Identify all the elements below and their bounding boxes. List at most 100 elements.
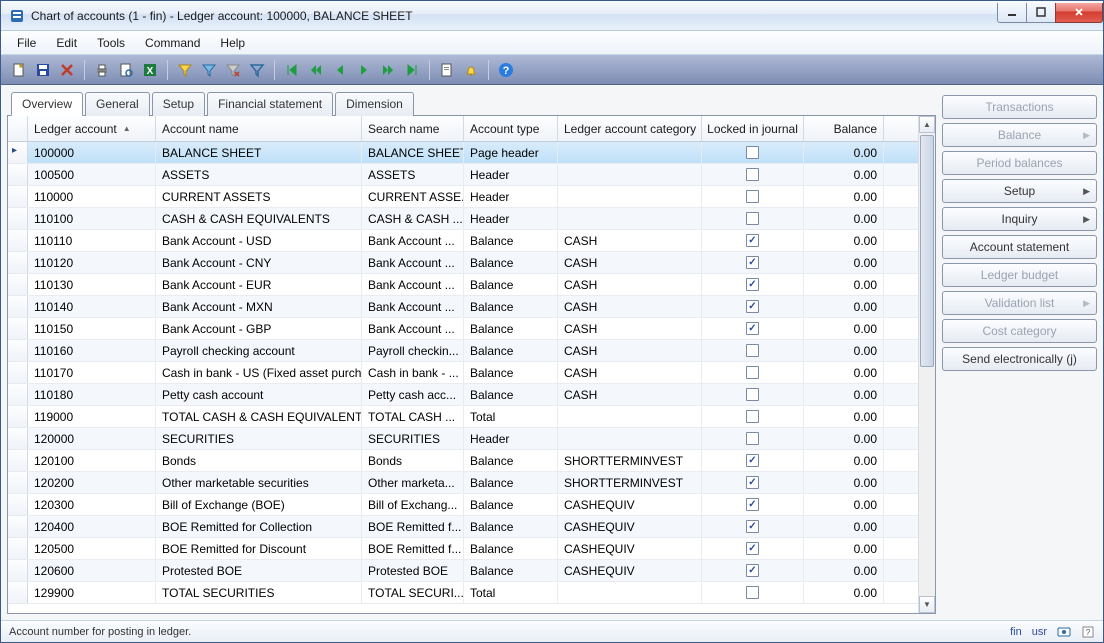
cell-name[interactable]: TOTAL SECURITIES [156,582,362,603]
cell-category[interactable] [558,582,702,603]
row-indicator[interactable] [8,494,28,515]
locked-checkbox[interactable] [746,344,759,357]
cell-type[interactable]: Header [464,186,558,207]
table-row[interactable]: 110000CURRENT ASSETSCURRENT ASSE...Heade… [8,186,918,208]
cell-ledger[interactable]: 110160 [28,340,156,361]
row-indicator[interactable] [8,582,28,603]
cell-ledger[interactable]: 120000 [28,428,156,449]
cell-category[interactable] [558,428,702,449]
status-currency-icon[interactable] [1057,625,1071,639]
status-help-icon[interactable]: ? [1081,625,1095,639]
cell-locked[interactable] [702,208,804,229]
cell-name[interactable]: CURRENT ASSETS [156,186,362,207]
cell-category[interactable] [558,142,702,163]
row-indicator[interactable] [8,296,28,317]
scroll-thumb[interactable] [920,135,934,367]
row-indicator[interactable] [8,560,28,581]
cell-search[interactable]: Protested BOE [362,560,464,581]
table-row[interactable]: 110140Bank Account - MXNBank Account ...… [8,296,918,318]
next-record-icon[interactable] [354,60,374,80]
cell-locked[interactable] [702,318,804,339]
row-indicator[interactable] [8,274,28,295]
cell-type[interactable]: Balance [464,230,558,251]
col-ledger-account[interactable]: Ledger account [28,116,156,141]
print-preview-icon[interactable] [116,60,136,80]
cell-locked[interactable] [702,384,804,405]
cell-category[interactable]: CASH [558,340,702,361]
cell-search[interactable]: TOTAL CASH ... [362,406,464,427]
cell-type[interactable]: Total [464,582,558,603]
cell-search[interactable]: TOTAL SECURI... [362,582,464,603]
table-row[interactable]: 120500BOE Remitted for DiscountBOE Remit… [8,538,918,560]
scroll-track[interactable] [919,133,935,596]
close-button[interactable] [1055,3,1103,23]
cell-search[interactable]: BALANCE SHEET [362,142,464,163]
cell-name[interactable]: Petty cash account [156,384,362,405]
table-row[interactable]: 110130Bank Account - EURBank Account ...… [8,274,918,296]
cell-search[interactable]: Bill of Exchang... [362,494,464,515]
cell-ledger[interactable]: 119000 [28,406,156,427]
locked-checkbox[interactable] [746,410,759,423]
alert-icon[interactable] [461,60,481,80]
col-category[interactable]: Ledger account category [558,116,702,141]
cell-locked[interactable] [702,560,804,581]
cell-locked[interactable] [702,142,804,163]
row-indicator[interactable] [8,428,28,449]
cell-search[interactable]: CURRENT ASSE... [362,186,464,207]
row-indicator[interactable] [8,516,28,537]
table-row[interactable]: 119000TOTAL CASH & CASH EQUIVALENTSTOTAL… [8,406,918,428]
cell-ledger[interactable]: 110120 [28,252,156,273]
row-indicator[interactable] [8,164,28,185]
locked-checkbox[interactable] [746,322,759,335]
first-record-icon[interactable] [282,60,302,80]
cell-search[interactable]: Bank Account ... [362,230,464,251]
cell-locked[interactable] [702,494,804,515]
table-row[interactable]: 110160Payroll checking accountPayroll ch… [8,340,918,362]
cell-category[interactable]: CASH [558,252,702,273]
table-row[interactable]: 120300Bill of Exchange (BOE)Bill of Exch… [8,494,918,516]
locked-checkbox[interactable] [746,388,759,401]
tab-dimension[interactable]: Dimension [335,92,414,116]
cell-name[interactable]: Bank Account - CNY [156,252,362,273]
cell-name[interactable]: Bonds [156,450,362,471]
minimize-button[interactable] [997,3,1027,23]
locked-checkbox[interactable] [746,454,759,467]
locked-checkbox[interactable] [746,586,759,599]
cell-search[interactable]: Bank Account ... [362,252,464,273]
cell-ledger[interactable]: 129900 [28,582,156,603]
cell-category[interactable]: CASH [558,296,702,317]
cell-locked[interactable] [702,472,804,493]
cell-type[interactable]: Balance [464,274,558,295]
table-row[interactable]: 110170Cash in bank - US (Fixed asset pur… [8,362,918,384]
cell-category[interactable]: CASHEQUIV [558,494,702,515]
cell-locked[interactable] [702,274,804,295]
cell-ledger[interactable]: 110130 [28,274,156,295]
side-button[interactable]: Account statement [942,235,1097,259]
cell-category[interactable]: SHORTTERMINVEST [558,472,702,493]
cell-locked[interactable] [702,450,804,471]
table-row[interactable]: 120400BOE Remitted for CollectionBOE Rem… [8,516,918,538]
cell-category[interactable]: CASHEQUIV [558,516,702,537]
cell-type[interactable]: Balance [464,384,558,405]
cell-ledger[interactable]: 110140 [28,296,156,317]
cell-ledger[interactable]: 110170 [28,362,156,383]
table-row[interactable]: 129900TOTAL SECURITIESTOTAL SECURI...Tot… [8,582,918,604]
prev-record-icon[interactable] [330,60,350,80]
cell-search[interactable]: BOE Remitted f... [362,516,464,537]
print-icon[interactable] [92,60,112,80]
cell-ledger[interactable]: 120400 [28,516,156,537]
row-indicator[interactable] [8,340,28,361]
cell-name[interactable]: Bank Account - EUR [156,274,362,295]
cell-name[interactable]: Protested BOE [156,560,362,581]
delete-icon[interactable] [57,60,77,80]
cell-ledger[interactable]: 110100 [28,208,156,229]
cell-locked[interactable] [702,186,804,207]
locked-checkbox[interactable] [746,168,759,181]
row-indicator[interactable] [8,230,28,251]
col-search-name[interactable]: Search name [362,116,464,141]
cell-search[interactable]: CASH & CASH ... [362,208,464,229]
cell-name[interactable]: ASSETS [156,164,362,185]
cell-name[interactable]: Bill of Exchange (BOE) [156,494,362,515]
row-indicator[interactable] [8,252,28,273]
cell-type[interactable]: Page header [464,142,558,163]
